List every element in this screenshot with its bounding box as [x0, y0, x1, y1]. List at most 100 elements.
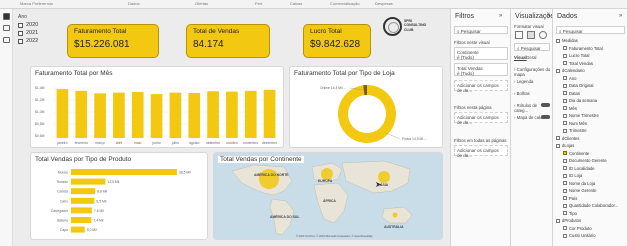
field-item[interactable]: Data Original — [563, 83, 593, 88]
tab-geral[interactable]: Geral — [526, 55, 537, 60]
field-item[interactable]: Documento Gerente — [563, 158, 607, 163]
field-item[interactable]: Dia da semana — [563, 98, 597, 103]
table-icon[interactable] — [556, 143, 560, 148]
checkbox-icon[interactable] — [563, 106, 567, 110]
checkbox-icon[interactable] — [563, 181, 567, 185]
chart-faturamento-por-tipo-loja[interactable]: Faturamento Total por Tipo de Loja Onlin… — [289, 66, 443, 148]
section-configuracoes-mapa[interactable]: › Configurações do mapa — [514, 67, 552, 77]
checkbox-icon[interactable] — [563, 61, 567, 65]
add-field-dropzone[interactable]: Adicionar os campos de da... — [454, 112, 508, 125]
checkbox-icon[interactable] — [563, 46, 567, 50]
checkbox-icon[interactable] — [563, 113, 567, 118]
ribbon-tab[interactable]: Marca Preferencia — [20, 1, 53, 6]
checkbox-icon[interactable] — [563, 53, 567, 58]
field-item[interactable]: ID Localidade — [563, 166, 595, 171]
field-item[interactable]: Mês — [563, 106, 577, 111]
kpi-faturamento-total[interactable]: Faturamento Total $15.226.081 — [67, 24, 159, 58]
field-item[interactable]: Custo Unitário — [563, 233, 596, 238]
ribbon-tab[interactable]: Despesas — [375, 1, 393, 6]
ribbon-tab[interactable]: Caixas — [290, 1, 302, 6]
slicer-option[interactable]: 2022 — [18, 38, 58, 44]
analytics-icon[interactable] — [539, 31, 547, 39]
ribbon-tab[interactable]: Dados — [128, 1, 140, 6]
field-item[interactable]: Cor Produto — [563, 226, 592, 231]
add-field-dropzone[interactable]: Adicionar os campos de da... — [454, 145, 508, 158]
field-item[interactable]: Datas — [563, 91, 580, 96]
ribbon-tab[interactable]: Ofertas — [195, 1, 208, 6]
table-node[interactable]: dProdutos — [556, 218, 581, 223]
model-view-icon[interactable] — [3, 37, 10, 43]
checkbox-icon[interactable] — [18, 22, 23, 28]
field-item[interactable]: Trimestre — [563, 128, 587, 133]
field-item[interactable]: Tipo — [563, 211, 577, 216]
checkbox-icon[interactable] — [563, 233, 567, 238]
collapse-chevron-icon[interactable]: » — [547, 13, 550, 19]
checkbox-icon[interactable] — [563, 226, 567, 230]
table-icon[interactable] — [556, 68, 560, 73]
slicer-option[interactable]: 2021 — [18, 30, 58, 36]
bubble-australia[interactable] — [392, 212, 398, 218]
add-field-dropzone[interactable]: Adicionar os campos de da... — [454, 80, 508, 93]
checkbox-icon[interactable] — [563, 76, 567, 80]
build-visual-icon[interactable] — [515, 31, 523, 39]
checkbox-icon[interactable] — [563, 188, 567, 193]
chart-faturamento-por-mes[interactable]: Faturamento Total por Mês $1,4M $1,2M $1,0… — [30, 66, 284, 148]
table-node[interactable]: dClientes — [556, 136, 579, 141]
collapse-chevron-icon[interactable]: » — [499, 13, 502, 19]
checkbox-icon[interactable] — [563, 158, 567, 163]
section-mapa-de-calor[interactable]: › Mapa de calor — [514, 115, 544, 120]
slicer-option[interactable]: 2020 — [18, 22, 58, 28]
table-node[interactable]: Medidas — [556, 38, 578, 43]
toggle-switch[interactable] — [541, 103, 550, 107]
checkbox-icon[interactable] — [563, 83, 567, 88]
field-item[interactable]: Num Mês — [563, 121, 587, 126]
year-slicer[interactable]: Ano 2020 2021 2022 — [18, 14, 58, 60]
table-icon[interactable] — [556, 38, 560, 43]
checkbox-icon[interactable] — [563, 203, 567, 208]
table-node[interactable]: dLojas — [556, 143, 574, 148]
field-item[interactable]: Ano — [563, 76, 576, 81]
chart-vendas-por-produto[interactable]: Total Vendas por Tipo de Produto Mouse 38… — [30, 152, 208, 240]
section-legenda[interactable]: › Legenda — [514, 79, 533, 84]
field-item[interactable]: Nome Trimestre — [563, 113, 599, 118]
table-node[interactable]: dCalendario — [556, 68, 585, 73]
table-icon[interactable] — [556, 136, 560, 140]
table-view-icon[interactable] — [3, 25, 10, 31]
filter-card[interactable]: Total Vendas é (Tudo) — [454, 63, 508, 76]
checkbox-icon[interactable] — [563, 173, 567, 178]
collapse-chevron-icon[interactable]: » — [619, 13, 622, 19]
checkbox-icon[interactable] — [563, 196, 567, 200]
bubble-north-america[interactable] — [259, 169, 279, 189]
checkbox-icon[interactable] — [563, 211, 567, 215]
tab-visual[interactable]: Visual — [514, 55, 527, 60]
field-item[interactable]: Quantidade Colaborador... — [563, 203, 618, 208]
ribbon-tab[interactable]: Fert. — [255, 1, 263, 6]
toggle-switch[interactable] — [541, 115, 550, 119]
checkbox-icon[interactable] — [18, 30, 23, 36]
checkbox-icon[interactable] — [563, 98, 567, 103]
field-item[interactable]: Faturamento Total — [563, 46, 603, 51]
format-visual-icon[interactable] — [527, 31, 535, 39]
checkbox-icon[interactable] — [563, 91, 567, 95]
field-item[interactable]: ID Loja — [563, 173, 582, 178]
data-search-input[interactable]: ⌕ Pesquisar — [556, 26, 625, 34]
kpi-total-vendas[interactable]: Total de Vendas 84.174 — [186, 24, 270, 58]
checkbox-icon[interactable] — [563, 128, 567, 133]
checkbox-icon[interactable] — [18, 38, 23, 44]
field-item[interactable]: Nome da Loja — [563, 181, 595, 186]
kpi-lucro-total[interactable]: Lucro Total $9.842.628 — [303, 24, 371, 58]
field-item[interactable]: Total Vendas — [563, 61, 593, 66]
checkbox-icon[interactable] — [563, 151, 567, 155]
filter-card[interactable]: Continente é (Tudo) — [454, 47, 508, 60]
field-item[interactable]: Lucro Total — [563, 53, 589, 58]
field-item[interactable]: Nome Gerente — [563, 188, 596, 193]
field-item[interactable]: Continente — [563, 151, 589, 156]
checkbox-icon[interactable] — [563, 121, 567, 125]
report-view-icon[interactable] — [3, 13, 10, 20]
field-item[interactable]: País — [563, 196, 577, 201]
world-map-svg[interactable] — [214, 153, 443, 240]
table-icon[interactable] — [556, 218, 560, 223]
filters-search-input[interactable]: ⌕ Pesquisar — [454, 26, 508, 34]
map-vendas-por-continente[interactable]: Total Vendas por Continente AMÉRICA DO N… — [213, 152, 443, 240]
checkbox-icon[interactable] — [563, 166, 567, 170]
